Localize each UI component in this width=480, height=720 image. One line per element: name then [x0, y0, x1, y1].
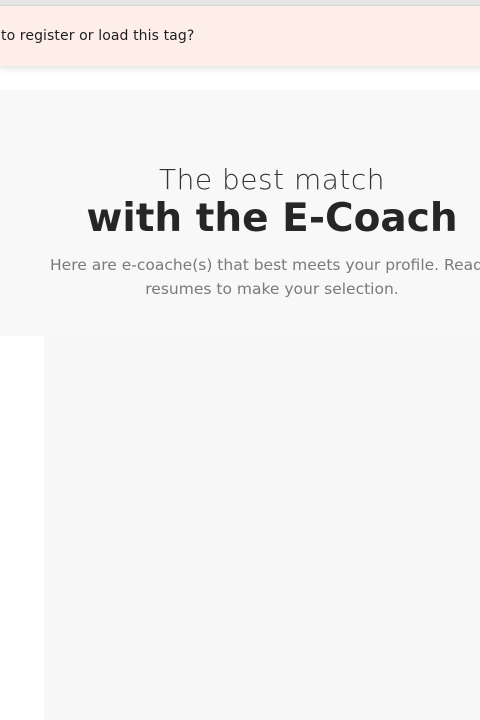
hero-section: The best match with the E-Coach Here are… [0, 90, 480, 336]
hero-title: with the E-Coach [86, 196, 458, 241]
hero-description: Here are e-coache(s) that best meets you… [0, 253, 480, 301]
left-gutter [0, 336, 44, 720]
hero-description-line-2: resumes to make your selection. [145, 280, 399, 298]
notice-banner: to register or load this tag? [0, 6, 480, 66]
hero-description-line-1: Here are e-coache(s) that best meets you… [50, 256, 480, 274]
coach-results-area [44, 336, 480, 720]
notice-text: to register or load this tag? [1, 28, 195, 44]
hero-subtitle: The best match [159, 163, 385, 196]
page: to register or load this tag? The best m… [0, 0, 480, 720]
